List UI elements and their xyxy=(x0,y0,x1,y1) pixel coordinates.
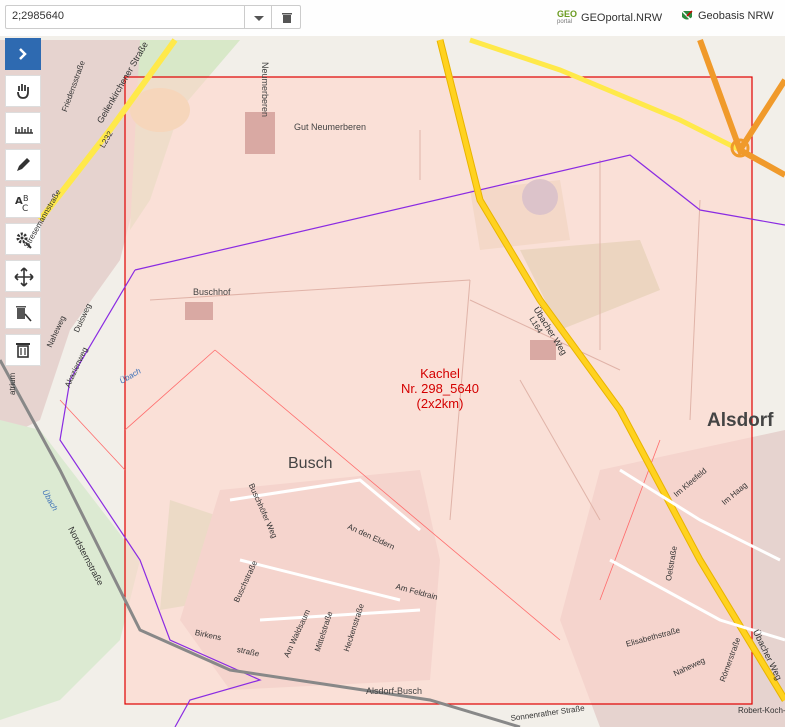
trash-icon xyxy=(282,13,292,23)
tile-label: Kachel Nr. 298_5640 (2x2km) xyxy=(380,366,500,411)
svg-text:B: B xyxy=(23,194,29,203)
geoportal-logo: GEO portal xyxy=(557,10,577,26)
clear-search-button[interactable] xyxy=(271,5,301,29)
chevron-down-icon xyxy=(254,16,264,21)
svg-text:C: C xyxy=(22,204,28,213)
draw-tool-button[interactable] xyxy=(5,149,41,181)
tile-label-line3: (2x2km) xyxy=(416,396,464,411)
select-delete-icon xyxy=(16,306,32,322)
map-canvas[interactable] xyxy=(0,0,785,727)
geoportal-label: GEOportal.NRW xyxy=(581,11,663,24)
pan-hand-icon xyxy=(17,84,29,99)
tile-label-line2: Nr. 298_5640 xyxy=(400,381,480,396)
measure-tool-button[interactable] xyxy=(5,112,41,144)
select-delete-tool-button[interactable] xyxy=(5,297,41,329)
trash-icon xyxy=(16,343,30,358)
nrw-coat-of-arms-icon xyxy=(681,10,693,22)
geo-logo-bottom: portal xyxy=(557,19,573,25)
expand-panel-button[interactable] xyxy=(5,38,41,70)
geobasis-brand[interactable]: Geobasis NRW xyxy=(681,10,774,22)
move-tool-button[interactable] xyxy=(5,260,41,292)
measure-icon xyxy=(15,127,33,134)
geobasis-label: Geobasis NRW xyxy=(698,10,774,22)
street-label-atrium: atrium xyxy=(8,372,17,395)
street-label-robert-koch: Robert-Koch-S xyxy=(738,706,785,715)
tile-label-line1: Kachel xyxy=(420,366,460,381)
move-arrows-icon xyxy=(14,267,34,287)
delete-all-button[interactable] xyxy=(5,334,41,366)
label-text-icon: ACB xyxy=(15,194,29,213)
place-label-alsdorf: Alsdorf xyxy=(707,410,774,431)
top-bar: 2;2985640 GEO portal GEOportal.NRW Geobasi… xyxy=(0,0,785,36)
place-label-alsdorf-busch: Alsdorf-Busch xyxy=(366,686,423,696)
search-input[interactable]: 2;2985640 xyxy=(5,5,245,29)
place-label-busch: Busch xyxy=(288,455,333,472)
geoportal-brand[interactable]: GEO portal GEOportal.NRW xyxy=(557,10,662,26)
draw-pencil-icon xyxy=(17,158,30,171)
geo-logo-top: GEO xyxy=(557,9,578,19)
place-label-neumerberen: Neumerberen xyxy=(260,62,270,118)
place-label-gut-neumerberen: Gut Neumerberen xyxy=(294,122,367,132)
search-dropdown-button[interactable] xyxy=(244,5,272,29)
chevron-right-icon xyxy=(19,48,27,60)
pan-tool-button[interactable] xyxy=(5,75,41,107)
label-tool-button[interactable]: ACB xyxy=(5,186,41,218)
place-label-buschhof: Buschhof xyxy=(193,287,231,297)
